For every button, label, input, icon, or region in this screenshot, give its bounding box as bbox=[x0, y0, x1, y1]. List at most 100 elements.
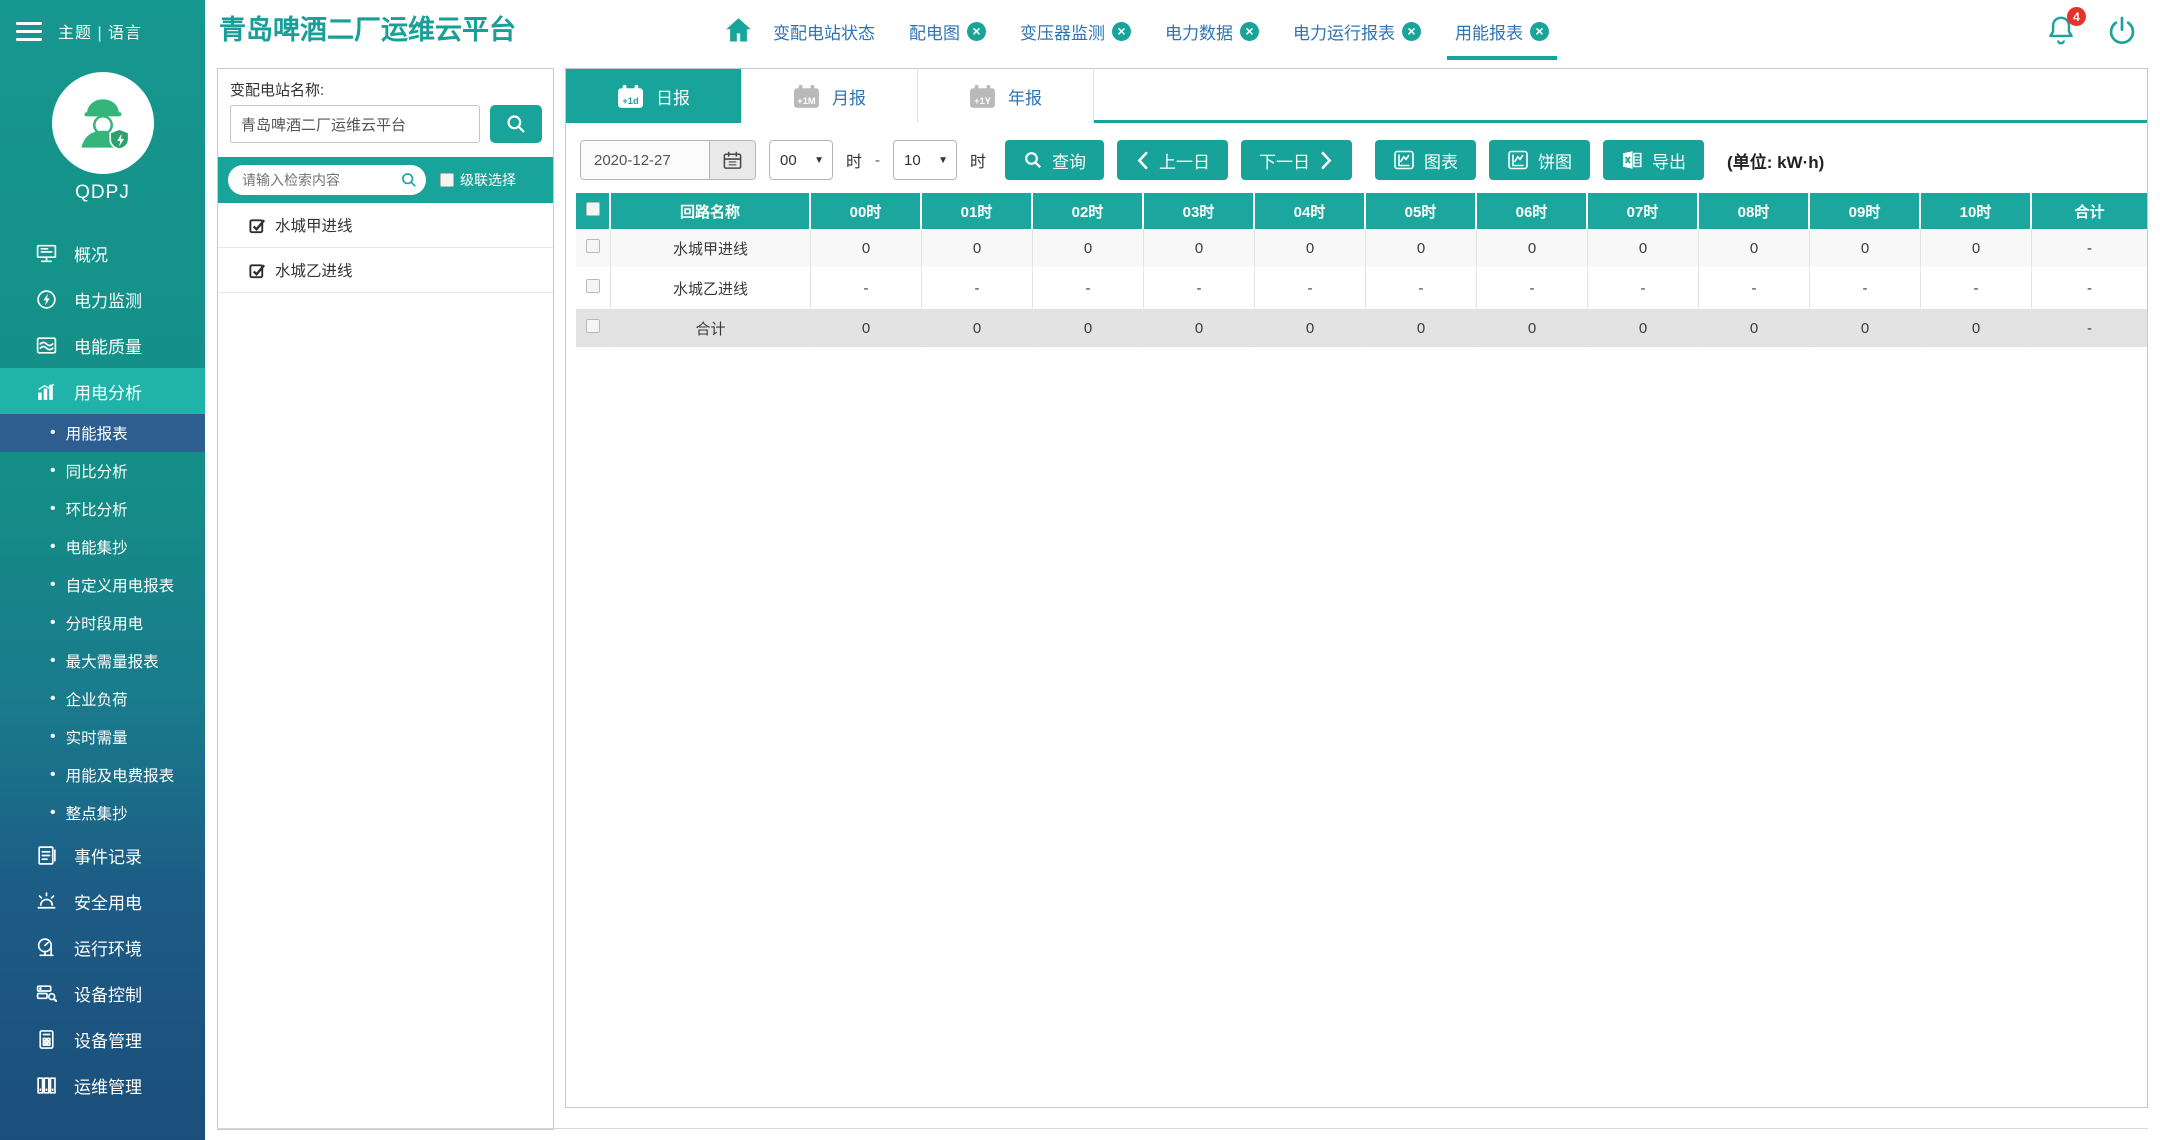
close-icon[interactable]: × bbox=[967, 22, 986, 41]
cascade-select-toggle[interactable]: 级联选择 bbox=[440, 170, 516, 190]
sidebar-item-usage-analysis[interactable]: 用电分析 bbox=[0, 368, 205, 414]
search-icon[interactable] bbox=[400, 171, 418, 194]
nav-tab-5[interactable]: 电力运行报表× bbox=[1293, 0, 1421, 62]
column-header: 05时 bbox=[1366, 193, 1477, 229]
query-button[interactable]: 查询 bbox=[1005, 140, 1104, 180]
sidebar-subitem-8[interactable]: •企业负荷 bbox=[0, 680, 205, 718]
select-all-checkbox[interactable] bbox=[586, 202, 600, 216]
home-icon[interactable] bbox=[723, 15, 754, 51]
column-header: 07时 bbox=[1588, 193, 1699, 229]
sidebar-subitem-label: 用能及电费报表 bbox=[66, 764, 175, 786]
value-cell: - bbox=[1588, 269, 1699, 309]
power-logout-icon[interactable] bbox=[2106, 15, 2138, 52]
date-value[interactable]: 2020-12-27 bbox=[581, 141, 709, 179]
hamburger-menu-icon[interactable] bbox=[16, 22, 42, 41]
report-tab-label: 日报 bbox=[656, 84, 690, 109]
bullet-icon: • bbox=[50, 728, 56, 746]
report-tab-1[interactable]: +1d日报 bbox=[566, 69, 742, 123]
report-tab-2[interactable]: +1M月报 bbox=[742, 69, 918, 123]
row-select-cell bbox=[576, 269, 611, 309]
value-cell: 0 bbox=[1810, 229, 1921, 269]
sidebar-subitem-7[interactable]: •最大需量报表 bbox=[0, 642, 205, 680]
circuit-tree-list: 水城甲进线水城乙进线 bbox=[218, 203, 553, 293]
sidebar-item-device-control[interactable]: 设备控制 bbox=[0, 970, 205, 1016]
sidebar-subitem-9[interactable]: •实时需量 bbox=[0, 718, 205, 756]
sidebar-subitem-label: 最大需量报表 bbox=[66, 650, 159, 672]
close-icon[interactable]: × bbox=[1402, 22, 1421, 41]
tree-filter-input[interactable] bbox=[228, 165, 426, 195]
sidebar-subitem-6[interactable]: •分时段用电 bbox=[0, 604, 205, 642]
circuit-name-cell: 合计 bbox=[611, 309, 811, 349]
value-cell: 0 bbox=[1588, 309, 1699, 349]
nav-tab-3[interactable]: 变压器监测 × bbox=[1020, 0, 1131, 62]
sidebar-item-event-log[interactable]: 事件记录 bbox=[0, 832, 205, 878]
sidebar-item-overview-monitor[interactable]: 概况 bbox=[0, 230, 205, 276]
sidebar-subitem-3[interactable]: •环比分析 bbox=[0, 490, 205, 528]
close-icon[interactable]: × bbox=[1112, 22, 1131, 41]
sidebar-item-ops-manage[interactable]: 运维管理 bbox=[0, 1062, 205, 1108]
sidebar-subitem-2[interactable]: •同比分析 bbox=[0, 452, 205, 490]
tree-node-2[interactable]: 水城乙进线 bbox=[218, 248, 553, 293]
sidebar-subitem-5[interactable]: •自定义用电报表 bbox=[0, 566, 205, 604]
pie-chart-button[interactable]: 饼图 bbox=[1489, 140, 1590, 180]
tree-node-1[interactable]: 水城甲进线 bbox=[218, 203, 553, 248]
device-manage-icon bbox=[34, 1027, 58, 1051]
ops-manage-icon bbox=[34, 1073, 58, 1097]
sidebar-item-safety-alarm[interactable]: 安全用电 bbox=[0, 878, 205, 924]
power-quality-icon bbox=[34, 333, 58, 357]
date-picker[interactable]: 2020-12-27 bbox=[580, 140, 756, 180]
usage-analysis-icon bbox=[34, 379, 58, 403]
row-checkbox[interactable] bbox=[586, 319, 600, 333]
nav-tab-1[interactable]: 变配电站状态 bbox=[773, 0, 875, 62]
sidebar-subitem-4[interactable]: •电能集抄 bbox=[0, 528, 205, 566]
sidebar-item-power-monitor[interactable]: 电力监测 bbox=[0, 276, 205, 322]
calendar-icon[interactable] bbox=[709, 141, 755, 179]
theme-language-link[interactable]: 主题 | 语言 bbox=[58, 19, 142, 43]
sidebar-item-label: 运行环境 bbox=[74, 935, 142, 960]
sidebar-item-environment[interactable]: 运行环境 bbox=[0, 924, 205, 970]
sidebar-subitem-10[interactable]: •用能及电费报表 bbox=[0, 756, 205, 794]
nav-tab-2[interactable]: 配电图× bbox=[909, 0, 986, 62]
export-button[interactable]: 导出 bbox=[1603, 140, 1704, 180]
value-cell: - bbox=[2032, 269, 2147, 309]
top-nav-tabs: 变配电站状态配电图×变压器监测×电力数据×电力运行报表×用能报表× bbox=[773, 0, 1549, 62]
sidebar-item-label: 运维管理 bbox=[74, 1073, 142, 1098]
value-cell: 0 bbox=[1699, 309, 1810, 349]
station-tree-panel: 变配电站名称: 级联选择 水城甲进线水城乙进线 bbox=[217, 68, 554, 1130]
station-name-input[interactable] bbox=[230, 105, 480, 143]
nav-tab-6[interactable]: 用能报表× bbox=[1455, 0, 1549, 62]
station-name-label: 变配电站名称: bbox=[230, 79, 324, 100]
sidebar-item-device-manage[interactable]: 设备管理 bbox=[0, 1016, 205, 1062]
value-cell: 0 bbox=[1033, 309, 1144, 349]
hour-to-select[interactable]: 10 ▼ bbox=[893, 140, 957, 180]
row-checkbox[interactable] bbox=[586, 239, 600, 253]
sidebar-item-label: 用电分析 bbox=[74, 379, 142, 404]
close-icon[interactable]: × bbox=[1530, 22, 1549, 41]
checked-checkbox-icon[interactable] bbox=[248, 261, 267, 280]
value-cell: - bbox=[1255, 269, 1366, 309]
notification-bell-icon[interactable]: 4 bbox=[2044, 13, 2078, 54]
chart-button[interactable]: 图表 bbox=[1375, 140, 1476, 180]
report-tab-3[interactable]: +1Y年报 bbox=[918, 69, 1094, 123]
row-checkbox[interactable] bbox=[586, 279, 600, 293]
overview-monitor-icon bbox=[34, 241, 58, 265]
value-cell: 0 bbox=[1255, 309, 1366, 349]
sidebar-subitem-1[interactable]: •用能报表 bbox=[0, 414, 205, 452]
nav-tab-label: 变压器监测 bbox=[1020, 19, 1105, 44]
value-cell: - bbox=[1366, 269, 1477, 309]
value-cell: 0 bbox=[1477, 229, 1588, 269]
next-day-button[interactable]: 下一日 bbox=[1241, 140, 1352, 180]
prev-day-button[interactable]: 上一日 bbox=[1117, 140, 1228, 180]
close-icon[interactable]: × bbox=[1240, 22, 1259, 41]
nav-tab-4[interactable]: 电力数据× bbox=[1165, 0, 1259, 62]
sidebar-subitem-11[interactable]: •整点集抄 bbox=[0, 794, 205, 832]
sidebar-subitem-label: 用能报表 bbox=[66, 422, 128, 444]
sidebar-item-power-quality[interactable]: 电能质量 bbox=[0, 322, 205, 368]
hour-label: 时 bbox=[846, 148, 862, 172]
chevron-down-icon: ▼ bbox=[814, 155, 824, 166]
excel-icon bbox=[1621, 149, 1643, 171]
hour-from-select[interactable]: 00 ▼ bbox=[769, 140, 833, 180]
station-search-button[interactable] bbox=[490, 105, 542, 143]
checked-checkbox-icon[interactable] bbox=[248, 216, 267, 235]
cascade-checkbox[interactable] bbox=[440, 173, 454, 187]
